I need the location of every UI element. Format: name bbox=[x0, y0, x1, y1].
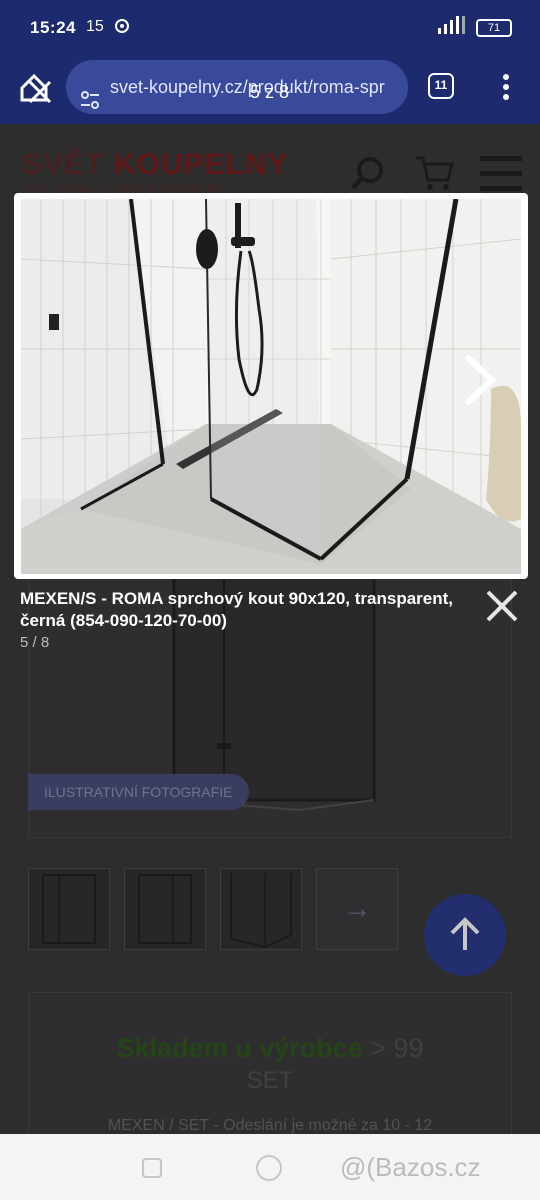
tab-switcher-button[interactable]: 11 bbox=[428, 73, 454, 99]
status-extra: 15 bbox=[86, 18, 104, 35]
image-counter-top: 5 z 8 bbox=[250, 82, 290, 102]
site-settings-icon[interactable] bbox=[80, 77, 100, 109]
recent-apps-button[interactable] bbox=[142, 1158, 162, 1178]
more-menu-icon[interactable] bbox=[500, 72, 512, 102]
next-image-icon[interactable] bbox=[460, 352, 500, 408]
url-bar[interactable]: svet-koupelny.cz/produkt/roma-spr bbox=[66, 60, 408, 114]
system-nav-bar: @(Bazos.cz bbox=[0, 1134, 540, 1200]
close-home-icon[interactable] bbox=[18, 70, 54, 106]
screen: 15:24 15 71 svet-koupelny.cz/produkt/rom… bbox=[0, 0, 540, 1200]
shower-photo bbox=[21, 199, 521, 574]
watermark: @(Bazos.cz bbox=[340, 1152, 481, 1182]
lightbox-caption: MEXEN/S - ROMA sprchový kout 90x120, tra… bbox=[20, 589, 453, 630]
signal-icon bbox=[436, 16, 468, 39]
battery-icon: 71 bbox=[476, 18, 512, 37]
status-bar: 15:24 15 71 bbox=[0, 0, 540, 56]
cast-icon bbox=[114, 18, 130, 34]
close-lightbox-icon[interactable] bbox=[484, 588, 520, 624]
lightbox-photo[interactable] bbox=[21, 199, 521, 574]
url-text: svet-koupelny.cz/produkt/roma-spr bbox=[110, 77, 385, 97]
lightbox-counter: 5 / 8 bbox=[20, 634, 50, 651]
browser-toolbar: svet-koupelny.cz/produkt/roma-spr 5 z 8 … bbox=[0, 56, 540, 124]
status-time: 15:24 bbox=[30, 18, 76, 37]
home-button[interactable] bbox=[256, 1155, 282, 1181]
